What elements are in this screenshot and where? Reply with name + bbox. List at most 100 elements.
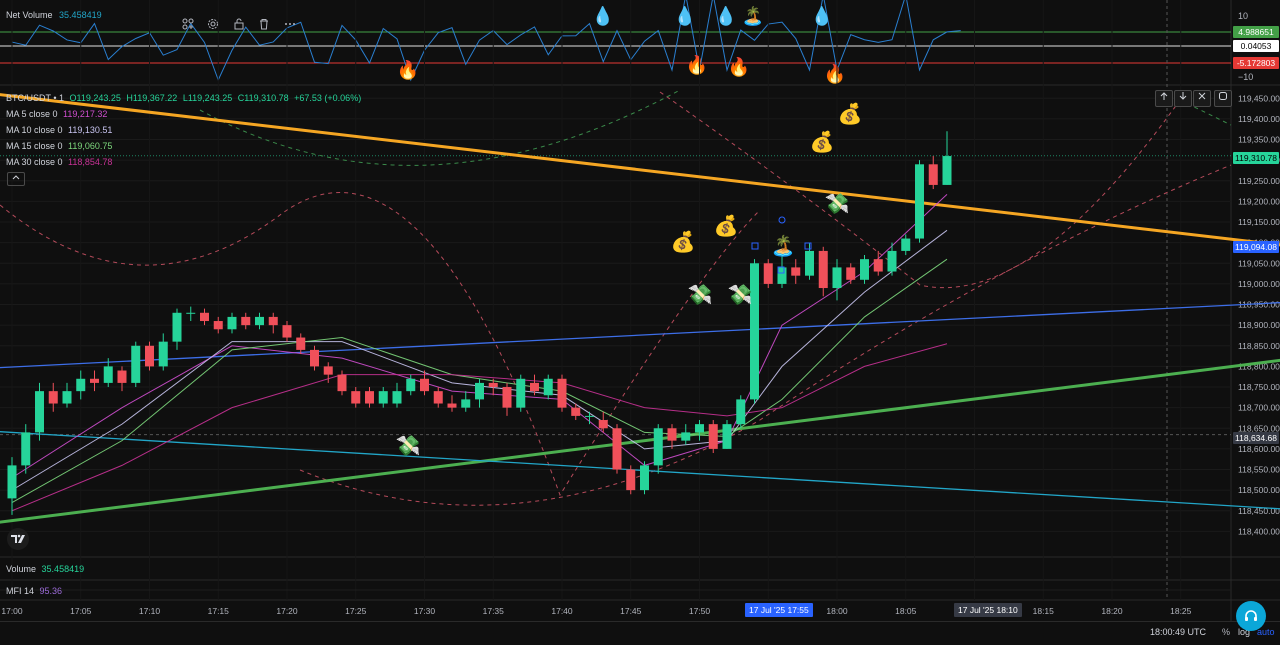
candle-body[interactable] (543, 378, 553, 396)
candle-body[interactable] (805, 250, 814, 276)
candle-body[interactable] (557, 378, 567, 408)
candle-body[interactable] (48, 391, 58, 404)
candle-body[interactable] (887, 250, 897, 272)
trash-icon[interactable] (257, 17, 271, 31)
candle-body[interactable] (763, 263, 773, 284)
percent-toggle[interactable]: % (1222, 626, 1230, 638)
candle-body[interactable] (653, 428, 663, 466)
candle-body[interactable] (708, 424, 718, 449)
more-icon[interactable] (283, 17, 297, 31)
ma15-legend[interactable]: MA 15 close 0 119,060.75 (6, 140, 112, 152)
candle-body[interactable] (213, 321, 223, 330)
candle-body[interactable] (818, 250, 828, 289)
candle-body[interactable] (227, 316, 237, 330)
chart-marker-icon: 💸 (396, 434, 421, 457)
candle-body[interactable] (131, 345, 141, 383)
candle-body[interactable] (255, 316, 264, 326)
candle-body[interactable] (777, 267, 787, 284)
candle-body[interactable] (90, 378, 99, 383)
trend-line-blue[interactable] (0, 282, 1280, 371)
tradingview-logo[interactable] (7, 528, 29, 550)
candle-body[interactable] (378, 391, 388, 404)
candle-body[interactable] (200, 312, 209, 322)
candle-body[interactable] (488, 382, 498, 388)
trend-line-green[interactable] (0, 309, 1280, 530)
candle-body[interactable] (571, 407, 581, 416)
ohlc-open: O119,243.25 (69, 93, 121, 103)
candle-body[interactable] (145, 345, 154, 367)
crosshair-time-tag: 17 Jul '25 18:10 (954, 603, 1022, 617)
candle-body[interactable] (35, 391, 44, 433)
candle-body[interactable] (516, 378, 526, 408)
indicators-icon[interactable] (181, 17, 195, 31)
candle-body[interactable] (62, 391, 72, 404)
candle-body[interactable] (736, 399, 746, 425)
candle-body[interactable] (695, 424, 704, 433)
candle-body[interactable] (420, 378, 429, 392)
settings-icon[interactable] (206, 17, 220, 31)
candle-body[interactable] (640, 465, 649, 491)
candle-body[interactable] (928, 164, 938, 185)
candle-body[interactable] (310, 349, 319, 367)
candle-body[interactable] (791, 267, 801, 276)
x-tick-label: 18:15 (1033, 606, 1055, 616)
candle-body[interactable] (626, 469, 636, 491)
x-tick-label: 18:00 (826, 606, 848, 616)
candle-body[interactable] (681, 432, 691, 441)
selection-handle[interactable] (804, 242, 812, 250)
candle-body[interactable] (365, 391, 374, 404)
ma30-legend[interactable]: MA 30 close 0 118,854.78 (6, 156, 112, 168)
lock-icon[interactable] (232, 17, 246, 31)
candle-body[interactable] (392, 391, 402, 404)
candle-body[interactable] (158, 341, 168, 367)
symbol-name[interactable]: BTC/USDT • 1 (6, 93, 64, 103)
candle-body[interactable] (846, 267, 856, 280)
candle-body[interactable] (860, 259, 869, 280)
candle-body[interactable] (915, 164, 924, 239)
move-pane-down-button[interactable] (1174, 90, 1192, 107)
candle-body[interactable] (585, 415, 594, 417)
candle-body[interactable] (241, 316, 251, 326)
move-pane-up-button[interactable] (1155, 90, 1173, 107)
candle-body[interactable] (502, 387, 512, 408)
candle-body[interactable] (475, 382, 484, 400)
candle-body[interactable] (832, 267, 842, 289)
candle-body[interactable] (942, 156, 952, 185)
support-button[interactable] (1236, 601, 1266, 631)
candle-body[interactable] (282, 325, 292, 338)
candle-body[interactable] (873, 259, 883, 272)
candle-body[interactable] (461, 399, 471, 408)
ma5-legend[interactable]: MA 5 close 0 119,217.32 (6, 108, 107, 120)
candle-body[interactable] (337, 374, 347, 392)
mfi-legend[interactable]: MFI 14 95.36 (6, 585, 62, 597)
candle-body[interactable] (76, 378, 86, 392)
maximize-pane-button[interactable] (1214, 90, 1232, 107)
candle-body[interactable] (667, 428, 677, 441)
candle-body[interactable] (7, 465, 17, 499)
candle-body[interactable] (722, 424, 732, 449)
ma10-legend[interactable]: MA 10 close 0 119,130.51 (6, 124, 112, 136)
candle-body[interactable] (530, 382, 539, 392)
candle-body[interactable] (296, 337, 306, 350)
candle-body[interactable] (103, 366, 113, 383)
candle-body[interactable] (598, 420, 608, 429)
candle-body[interactable] (901, 238, 911, 251)
ohlc-close: C119,310.78 (237, 93, 289, 103)
collapse-legend-button[interactable] (7, 172, 25, 186)
candle-body[interactable] (186, 312, 196, 314)
volume-legend[interactable]: Volume 35.458419 (6, 563, 84, 575)
clock-utc[interactable]: 18:00:49 UTC (1150, 626, 1206, 638)
candle-body[interactable] (21, 432, 31, 466)
selection-handle[interactable] (751, 242, 759, 250)
candle-body[interactable] (351, 391, 361, 404)
candle-body[interactable] (117, 370, 127, 383)
candle-body[interactable] (612, 428, 622, 470)
indicator-marker-icon: 🔥 (397, 59, 419, 80)
candle-body[interactable] (268, 316, 278, 326)
candle-body[interactable] (433, 391, 443, 404)
candle-body[interactable] (447, 403, 457, 408)
candle-body[interactable] (172, 312, 182, 342)
collapse-pane-button[interactable] (1193, 90, 1211, 107)
candle-body[interactable] (406, 378, 416, 392)
candle-body[interactable] (323, 366, 333, 375)
